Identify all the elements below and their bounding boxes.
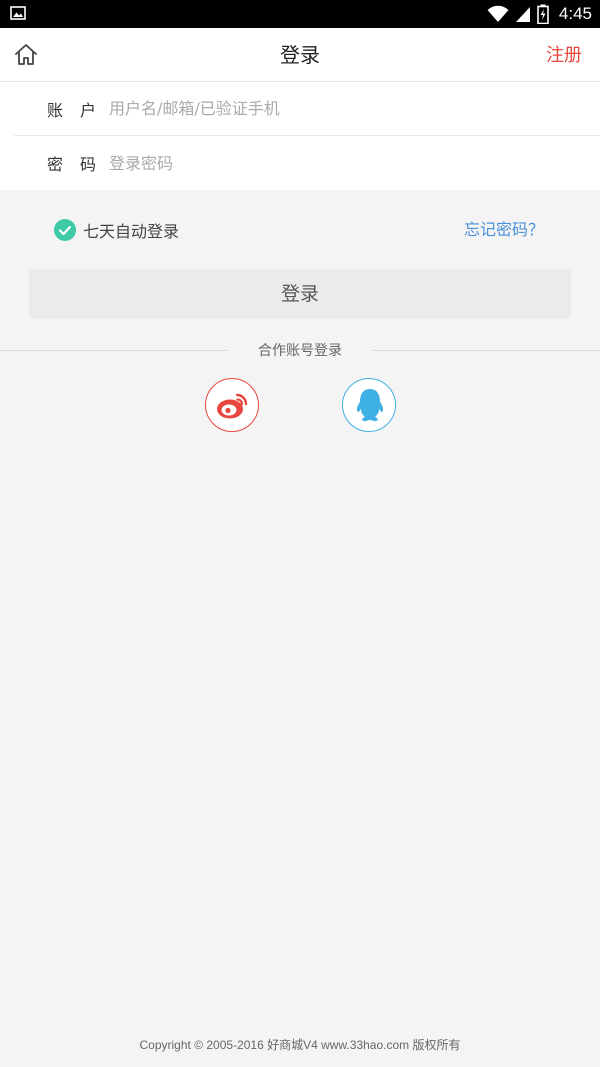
qq-login-button[interactable] — [342, 378, 396, 432]
signal-icon — [515, 7, 530, 22]
page-title: 登录 — [280, 43, 320, 67]
image-notification-icon — [10, 6, 26, 20]
remember-me-label: 七天自动登录 — [83, 222, 180, 241]
password-row: 密码 — [14, 136, 600, 190]
partner-login-label: 合作账号登录 — [258, 343, 342, 359]
password-label: 密码 — [47, 155, 114, 174]
copyright-footer: Copyright © 2005-2016 好商城V4 www.33hao.co… — [139, 1038, 461, 1052]
remember-me-checkbox[interactable]: 七天自动登录 — [54, 212, 179, 248]
account-label: 账户 — [47, 100, 114, 120]
login-options: 七天自动登录 忘记密码？ — [0, 212, 600, 248]
status-time: 4:45 — [558, 4, 592, 23]
login-button[interactable]: 登录 — [29, 269, 571, 319]
checkmark-circle-icon — [54, 219, 76, 241]
divider-line — [372, 350, 600, 351]
partner-login-divider: 合作账号登录 — [0, 340, 600, 362]
weibo-login-button[interactable] — [205, 378, 259, 432]
app-header: 登录 注册 — [0, 28, 600, 82]
login-form: 账户 密码 — [0, 82, 600, 190]
account-row: 账户 — [14, 82, 600, 136]
wifi-icon — [487, 5, 509, 22]
account-input[interactable] — [109, 88, 529, 129]
password-input[interactable] — [109, 143, 529, 183]
weibo-icon — [217, 393, 248, 419]
register-link[interactable]: 注册 — [546, 28, 582, 82]
forgot-password-link[interactable]: 忘记密码？ — [464, 212, 544, 248]
battery-icon — [537, 4, 549, 24]
qq-icon — [356, 389, 384, 422]
status-bar: 4:45 — [0, 0, 600, 28]
